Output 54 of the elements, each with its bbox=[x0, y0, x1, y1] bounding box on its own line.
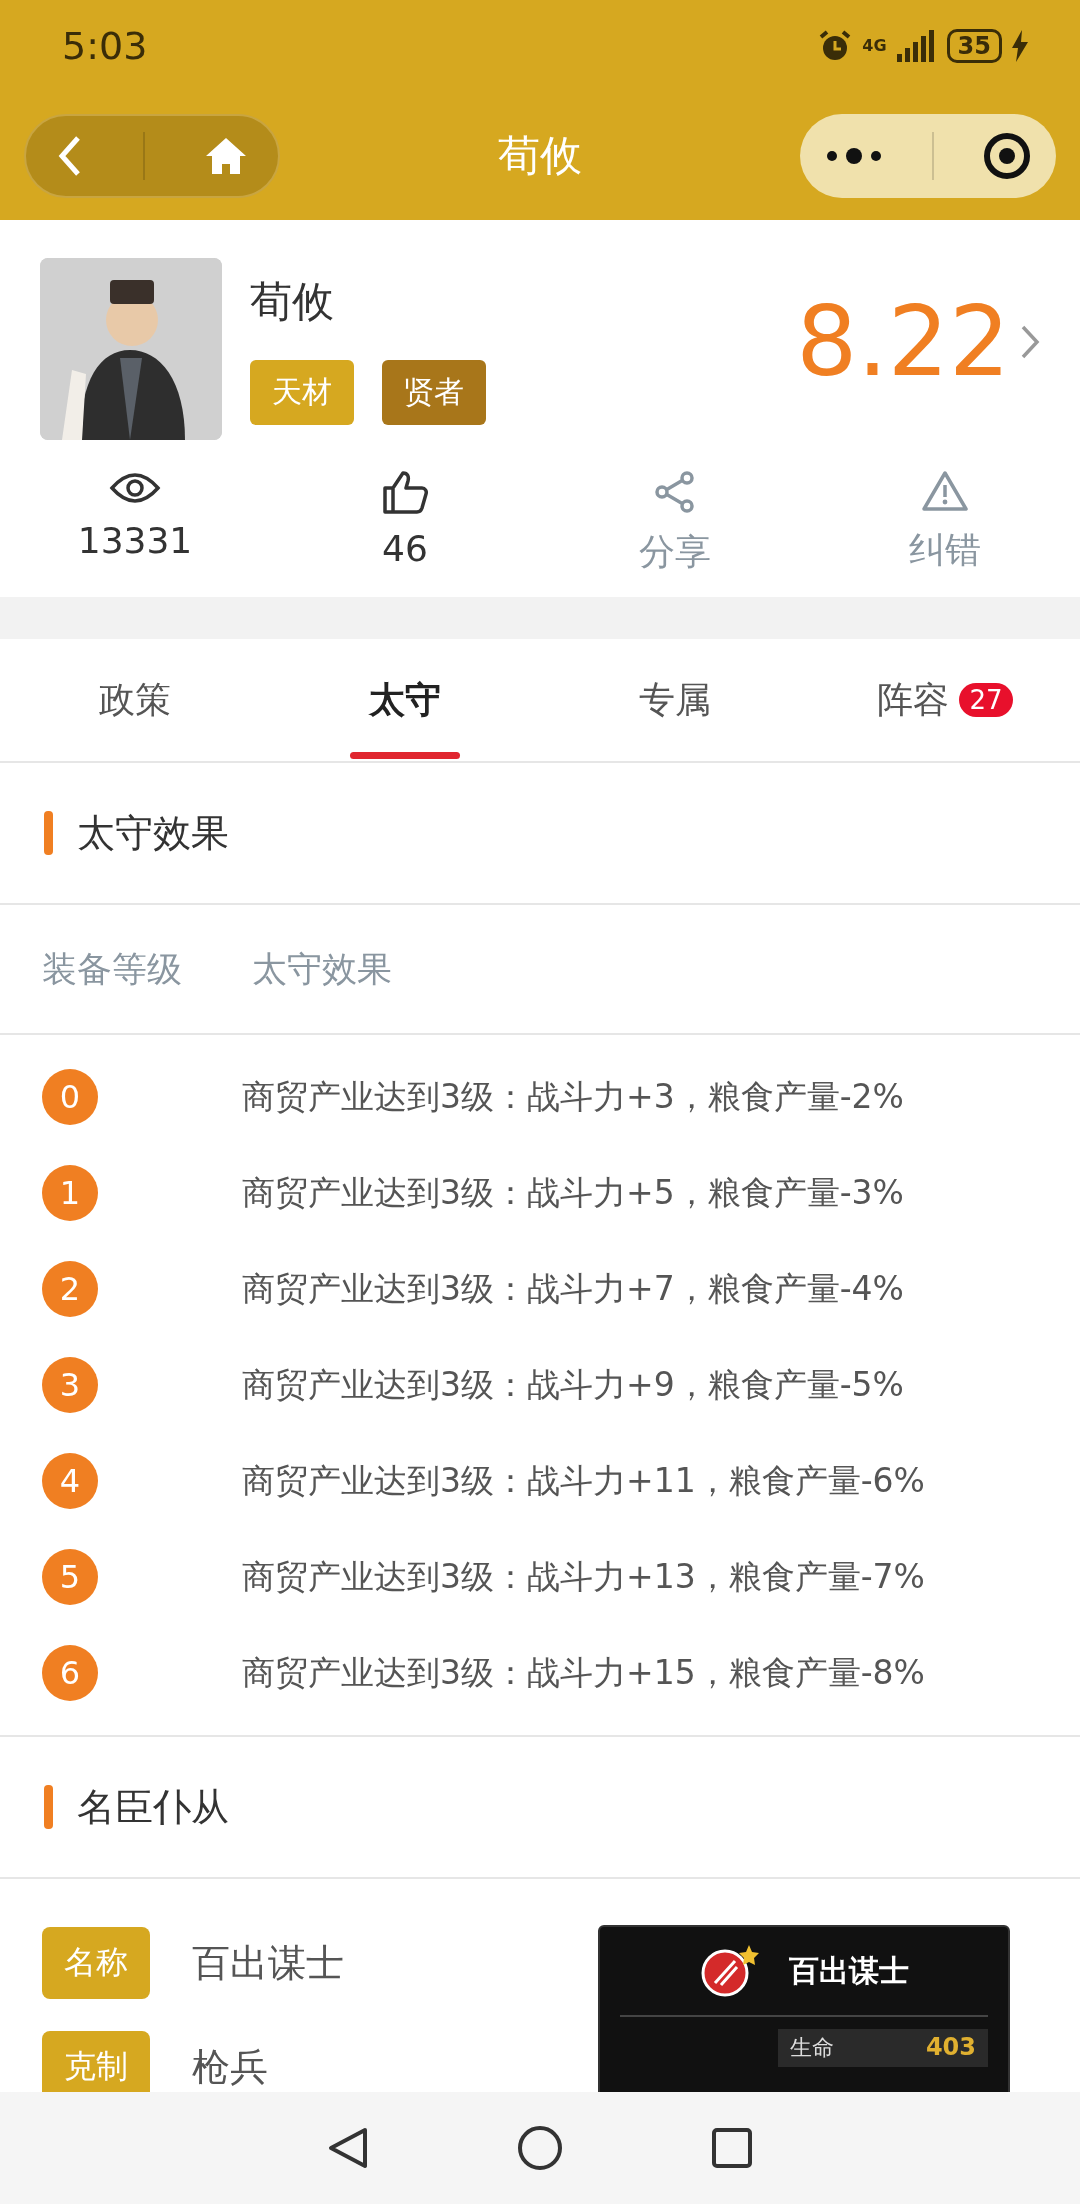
level-badge: 6 bbox=[42, 1645, 98, 1701]
tag: 贤者 bbox=[382, 359, 486, 425]
status-time: 5:03 bbox=[62, 24, 148, 68]
effect-text: 商贸产业达到3级：战斗力+11，粮食产量-6% bbox=[242, 1459, 925, 1502]
effect-text: 商贸产业达到3级：战斗力+9，粮食产量-5% bbox=[242, 1363, 904, 1406]
tab[interactable]: 政策 bbox=[0, 639, 270, 761]
field-value: 百出谋士 bbox=[192, 1939, 344, 1987]
field-value: 枪兵 bbox=[192, 2043, 268, 2091]
effect-text: 商贸产业达到3级：战斗力+13，粮食产量-7% bbox=[242, 1555, 925, 1598]
tag: 天材 bbox=[250, 359, 354, 425]
accent-bar bbox=[44, 811, 53, 855]
tab[interactable]: 专属 bbox=[540, 639, 810, 761]
hero-name: 荀攸 bbox=[250, 275, 335, 328]
column-header: 装备等级 bbox=[42, 947, 182, 991]
effect-text: 商贸产业达到3级：战斗力+3，粮食产量-2% bbox=[242, 1075, 904, 1118]
level-badge: 1 bbox=[42, 1165, 98, 1221]
signal-icon bbox=[896, 30, 937, 62]
chevron-icon[interactable] bbox=[1020, 324, 1040, 360]
level-badge: 4 bbox=[42, 1453, 98, 1509]
level-badge: 2 bbox=[42, 1261, 98, 1317]
warning-icon bbox=[922, 470, 968, 512]
network-type: 4G bbox=[862, 38, 887, 54]
accent-bar bbox=[44, 1785, 53, 1829]
tab[interactable]: 太守 bbox=[270, 639, 540, 761]
level-badge: 5 bbox=[42, 1549, 98, 1605]
level-badge: 3 bbox=[42, 1357, 98, 1413]
field-label: 名称 bbox=[42, 1927, 150, 1999]
column-header: 太守效果 bbox=[252, 947, 392, 991]
count-badge: 27 bbox=[959, 683, 1013, 717]
back-button[interactable] bbox=[327, 2126, 369, 2170]
more-button[interactable] bbox=[824, 146, 884, 166]
section-title: 名臣仆从 bbox=[77, 1783, 229, 1831]
stat-label: 13331 bbox=[77, 520, 193, 561]
section-title: 太守效果 bbox=[77, 809, 229, 857]
tab[interactable]: 阵容 27 bbox=[810, 639, 1080, 761]
effect-text: 商贸产业达到3级：战斗力+15，粮食产量-8% bbox=[242, 1651, 925, 1694]
effect-text: 商贸产业达到3级：战斗力+7，粮食产量-4% bbox=[242, 1267, 904, 1310]
share-icon bbox=[653, 470, 697, 514]
charging-icon bbox=[1012, 30, 1028, 62]
recents-button[interactable] bbox=[711, 2127, 753, 2169]
thumbs-up-icon bbox=[382, 470, 428, 514]
home-button[interactable] bbox=[517, 2125, 563, 2171]
field-label: 克制 bbox=[42, 2031, 150, 2092]
effect-text: 商贸产业达到3级：战斗力+5，粮食产量-3% bbox=[242, 1171, 904, 1214]
card-title: 百出谋士 bbox=[789, 1951, 909, 1990]
stat-value: 403 bbox=[925, 2033, 976, 2063]
page-title: 荀攸 bbox=[497, 130, 583, 182]
close-button[interactable] bbox=[982, 131, 1032, 181]
stat-label: 46 bbox=[382, 528, 428, 569]
stat-name: 生命 bbox=[790, 2034, 834, 2062]
battery-level: 35 bbox=[946, 29, 1002, 63]
alarm-icon bbox=[818, 29, 853, 63]
level-badge: 0 bbox=[42, 1069, 98, 1125]
eye-icon bbox=[109, 470, 161, 506]
